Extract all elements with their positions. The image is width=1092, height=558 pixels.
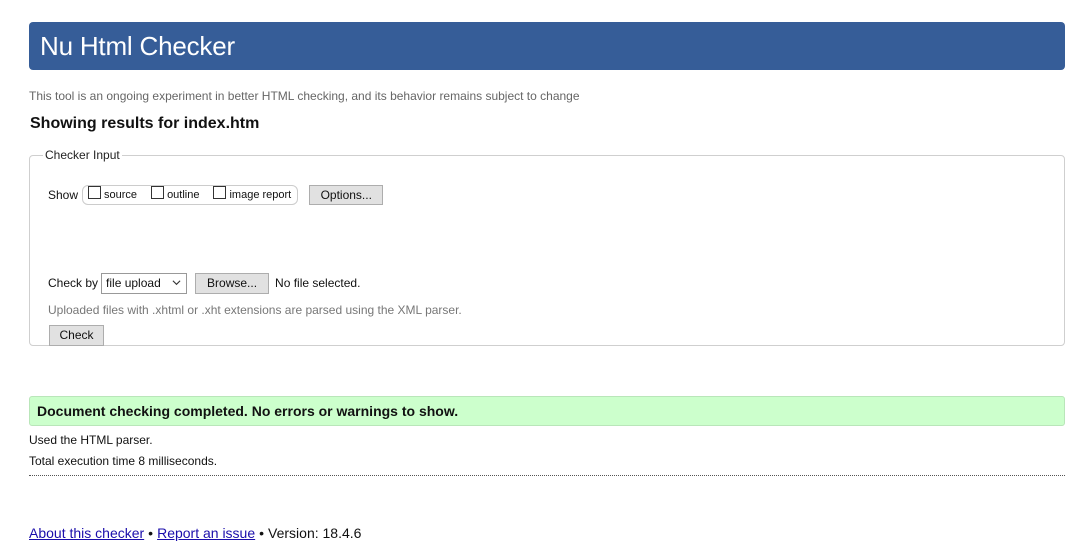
version-text: Version: 18.4.6	[268, 525, 362, 541]
image-report-checkbox[interactable]	[213, 186, 227, 199]
check-by-row: Check by file upload Browse... No file s…	[48, 272, 360, 294]
source-checkbox-label: source	[104, 189, 138, 201]
results-heading: Showing results for index.htm	[30, 115, 260, 132]
checker-input-fieldset: Checker Input Show source outline image …	[29, 148, 1065, 346]
check-by-label: Check by	[48, 276, 99, 290]
checker-input-legend: Checker Input	[45, 148, 120, 162]
report-issue-link[interactable]: Report an issue	[157, 525, 255, 541]
intro-text: This tool is an ongoing experiment in be…	[29, 89, 580, 103]
page: Nu Html Checker This tool is an ongoing …	[0, 0, 1092, 558]
about-checker-link[interactable]: About this checker	[29, 525, 144, 541]
show-image-report-option[interactable]: image report	[213, 186, 292, 201]
image-report-checkbox-label: image report	[229, 189, 292, 201]
page-title: Nu Html Checker	[40, 31, 235, 61]
parser-used-text: Used the HTML parser.	[29, 433, 153, 447]
chevron-down-icon	[172, 279, 181, 285]
show-label: Show	[48, 188, 79, 202]
outline-checkbox[interactable]	[151, 186, 165, 199]
execution-time-text: Total execution time 8 milliseconds.	[29, 454, 218, 468]
file-status: No file selected.	[275, 276, 361, 290]
header-banner: Nu Html Checker	[29, 22, 1065, 70]
footer-separator: •	[259, 525, 265, 541]
check-by-select[interactable]: file upload	[101, 272, 188, 294]
show-row: Show source outline image report Options…	[48, 184, 384, 206]
show-options-group: source outline image report	[82, 185, 299, 205]
footer-separator: •	[148, 525, 154, 541]
footer: About this checker • Report an issue • Versi…	[29, 525, 361, 541]
show-source-option[interactable]: source	[88, 186, 138, 201]
check-by-selected-value: file upload	[106, 275, 161, 290]
browse-button[interactable]: Browse...	[195, 272, 270, 294]
outline-checkbox-label: outline	[167, 189, 200, 201]
check-button[interactable]: Check	[49, 325, 104, 346]
source-checkbox[interactable]	[88, 186, 102, 199]
divider	[29, 475, 1065, 476]
success-message: Document checking completed. No errors o…	[29, 396, 1065, 426]
options-button[interactable]: Options...	[309, 185, 384, 205]
show-outline-option[interactable]: outline	[151, 186, 200, 201]
parser-note: Uploaded files with .xhtml or .xht exten…	[48, 303, 462, 317]
